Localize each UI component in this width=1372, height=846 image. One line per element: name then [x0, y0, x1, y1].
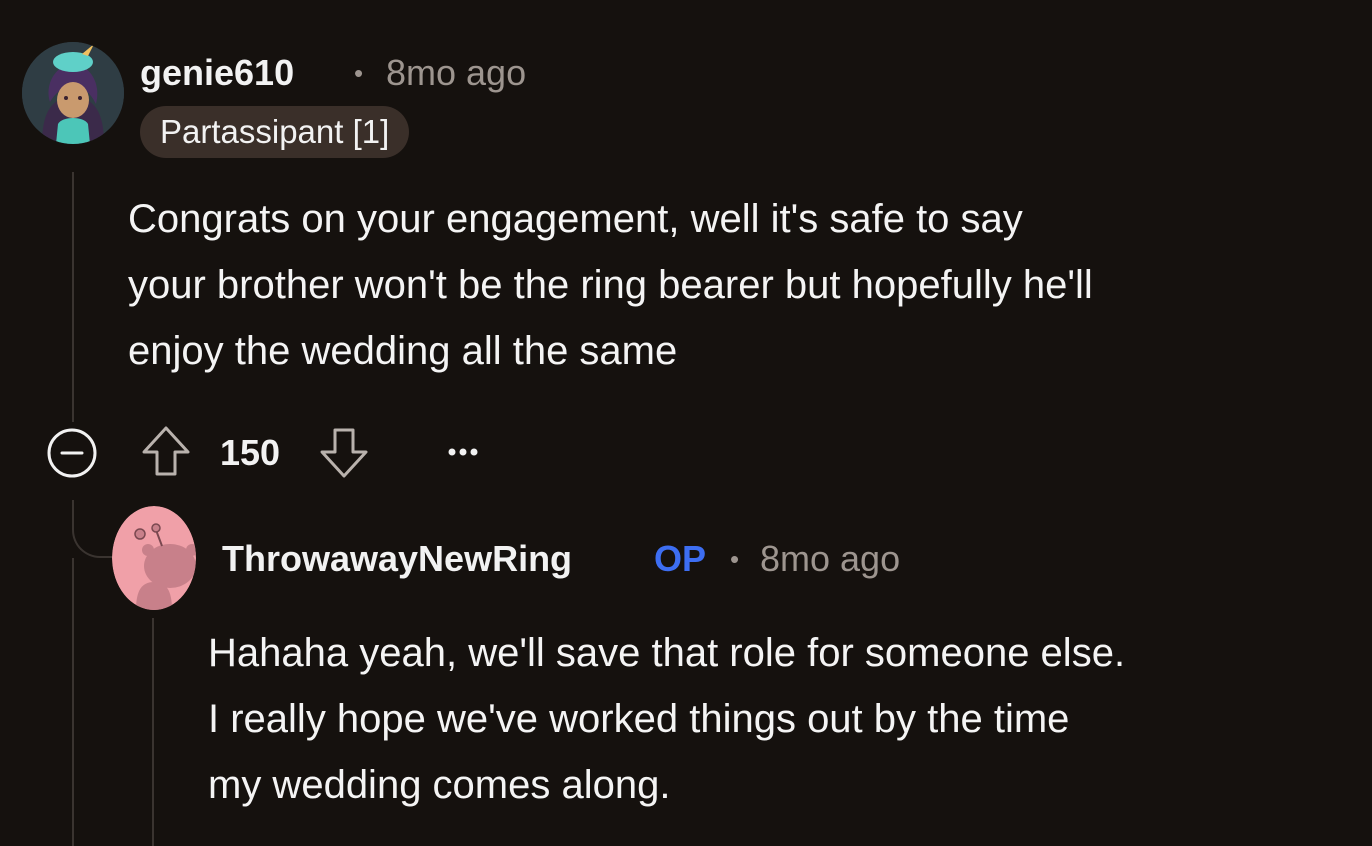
comment-username[interactable]: genie610	[140, 52, 294, 94]
thread-line-main-lower[interactable]	[72, 558, 74, 846]
minus-circle-icon	[47, 428, 97, 478]
snoo-avatar-icon	[112, 506, 196, 610]
comment-body-line: your brother won't be the ring bearer bu…	[128, 263, 1093, 307]
reply-body: Hahaha yeah, we'll save that role for so…	[208, 620, 1125, 818]
vote-score: 150	[220, 432, 281, 473]
upvote-arrow-icon	[142, 426, 190, 476]
downvote-arrow-icon	[320, 428, 368, 478]
thread-line-reply[interactable]	[152, 618, 154, 846]
comment-body-line: enjoy the wedding all the same	[128, 329, 678, 373]
user-flair: Partassipant [1]	[140, 106, 410, 158]
reply-body-line: Hahaha yeah, we'll save that role for so…	[208, 631, 1126, 675]
comment-separator: •	[354, 58, 364, 88]
comment-timestamp[interactable]: 8mo ago	[386, 52, 526, 94]
reply-username[interactable]: ThrowawayNewRing	[222, 538, 572, 580]
ellipsis-icon	[448, 448, 478, 456]
reply-body-line: my wedding comes along.	[208, 763, 671, 807]
upvote-button[interactable]	[140, 424, 192, 480]
more-options-button[interactable]	[444, 430, 484, 470]
thread-line-main-upper[interactable]	[72, 172, 74, 422]
downvote-button[interactable]	[318, 424, 370, 480]
comment-body: Congrats on your engagement, well it's s…	[128, 186, 1093, 384]
collapse-thread-button[interactable]	[45, 426, 99, 480]
reply-separator: •	[730, 544, 740, 574]
op-badge: OP	[654, 538, 707, 579]
reply-timestamp[interactable]: 8mo ago	[760, 538, 900, 580]
avatar-genie610[interactable]	[22, 42, 124, 144]
comment-body-line: Congrats on your engagement, well it's s…	[128, 197, 1023, 241]
avatar-image	[22, 42, 124, 144]
avatar-throwawaynewring[interactable]	[112, 506, 196, 610]
reply-body-line: I really hope we've worked things out by…	[208, 697, 1070, 741]
